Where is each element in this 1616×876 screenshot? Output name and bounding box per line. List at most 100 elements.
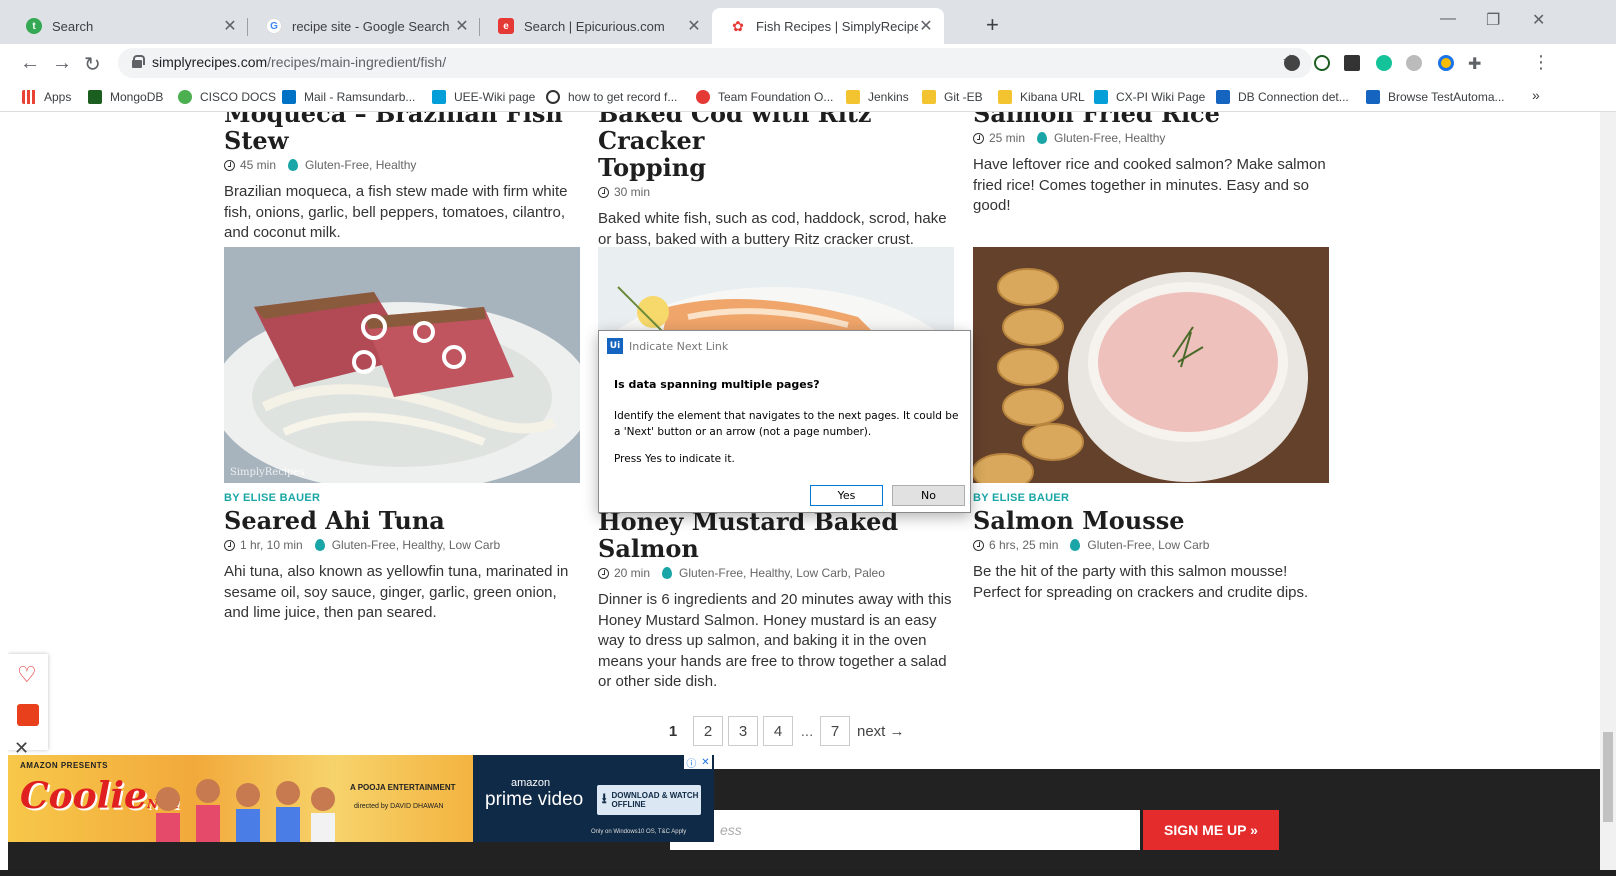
ad-choices[interactable]: ⓘ ✕ [684,755,712,770]
bookmark-db-connection[interactable]: DB Connection det... [1216,90,1349,104]
bookmark-git-eb[interactable]: Git -EB [922,90,983,104]
url-text: simplyrecipes.com/recipes/main-ingredien… [152,54,447,70]
epicurious-favicon-icon: e [498,18,514,34]
ad-download-button[interactable]: ⭳ DOWNLOAD & WATCH OFFLINE [597,785,701,815]
page-link-4[interactable]: 4 [763,716,793,746]
ad-movie-panel[interactable]: AMAZON PRESENTS CoolieNO.1 A POOJA ENTER… [8,755,473,842]
recipe-card-salmon-mousse[interactable]: BY ELISE BAUER Salmon Mousse 6 hrs, 25 m… [973,492,1329,603]
bookmark-cisco-docs[interactable]: CISCO DOCS [178,90,276,104]
email-input[interactable]: ess [670,810,1140,850]
minimize-icon[interactable]: — [1440,10,1456,28]
recipe-card-moqueca[interactable]: Moqueca – Brazilian Fish Stew 45 min Glu… [224,112,580,244]
mongodb-icon [88,90,102,104]
recipe-title[interactable]: Salmon Mousse [973,507,1329,534]
bookmark-cx-pi-wiki[interactable]: CX-PI Wiki Page [1094,90,1205,104]
tab-title: Search | Epicurious.com [524,18,665,34]
tab-strip: t Search ✕ G recipe site - Google Search… [0,0,1616,44]
recipe-card-salmon-fried-rice[interactable]: Salmon Fried Rice 25 min Gluten-Free, He… [973,112,1329,217]
ad-close-icon[interactable]: ✕ [701,757,709,768]
close-tab-icon[interactable]: ✕ [918,16,934,36]
diet-leaf-icon [1070,539,1081,551]
pagination: 1 2 3 4 ... 7 next → [658,716,905,746]
download-icon: ⭳ [601,790,607,806]
close-tab-icon[interactable]: ✕ [222,16,238,36]
back-icon[interactable]: ← [20,52,40,75]
heart-icon[interactable]: ♡ [17,662,37,688]
recipe-title[interactable]: Moqueca – Brazilian Fish Stew [224,112,580,154]
grammarly-icon[interactable] [1376,55,1392,71]
recipe-meta: 6 hrs, 25 min Gluten-Free, Low Carb [973,538,1329,552]
recipe-title[interactable]: Baked Cod with Ritz Cracker Topping [598,112,954,181]
tab-fish-recipes[interactable]: ✿ Fish Recipes | SimplyRecipes.com ✕ [712,8,944,44]
next-page-link[interactable]: next → [857,723,905,740]
simplyrecipes-favicon-icon: ✿ [730,18,746,34]
extension-icon[interactable] [1344,55,1360,71]
clock-icon [973,539,984,551]
menu-kebab-icon[interactable]: ⋮ [1532,52,1550,73]
advertisement-banner[interactable]: AMAZON PRESENTS CoolieNO.1 A POOJA ENTER… [8,755,714,842]
restore-icon[interactable]: ❐ [1486,10,1500,30]
bookmark-browse-testautoma[interactable]: Browse TestAutoma... [1366,90,1505,104]
recipe-card-baked-cod[interactable]: Baked Cod with Ritz Cracker Topping 30 mi… [598,112,954,250]
recipe-description: Ahi tuna, also known as yellowfin tuna, … [224,563,569,621]
seared-ahi-tuna-image[interactable]: SimplyRecipes [224,247,580,483]
close-tab-icon[interactable]: ✕ [686,16,702,36]
dialog-body: Identify the element that navigates to t… [614,410,959,438]
bookmark-mongodb[interactable]: MongoDB [88,90,163,104]
tab-title: Search [52,18,94,34]
reload-icon[interactable]: ↻ [84,52,101,77]
recipe-author[interactable]: BY ELISE BAUER [973,492,1329,504]
extension-icon[interactable] [1406,55,1422,71]
recipe-title[interactable]: Seared Ahi Tuna [224,507,580,534]
tab-google-search[interactable]: G recipe site - Google Search ✕ [248,8,480,44]
extension-icon[interactable] [1284,55,1300,71]
bookmark-team-foundation[interactable]: Team Foundation O... [696,90,833,104]
ad-prime-text: prime video [485,789,584,810]
no-button[interactable]: No [892,485,965,506]
recipe-card-honey-mustard-salmon[interactable]: Honey Mustard Baked Salmon 20 min Gluten… [598,508,954,693]
recipe-title[interactable]: Honey Mustard Baked Salmon [598,508,954,562]
bookmark-mail[interactable]: Mail - Ramsundarb... [282,90,415,104]
recipe-title[interactable]: Salmon Fried Rice [973,112,1329,127]
yes-button[interactable]: Yes [810,485,883,506]
checklist-icon[interactable] [17,704,39,726]
forward-icon[interactable]: → [52,52,72,75]
new-tab-button[interactable]: + [986,12,999,38]
page-ellipsis: ... [800,722,814,740]
close-tab-icon[interactable]: ✕ [454,16,470,36]
dialog-question: Is data spanning multiple pages? [614,378,820,391]
recipe-description: Have leftover rice and cooked salmon? Ma… [973,156,1326,214]
scrollbar-thumb[interactable] [1603,732,1613,822]
ad-info-icon[interactable]: ⓘ [686,755,696,770]
folder-icon [846,90,860,104]
close-window-icon[interactable]: ✕ [1532,10,1545,30]
extension-icon[interactable] [1438,55,1454,71]
cisco-icon [1094,90,1108,104]
page-scrollbar[interactable] [1600,112,1616,876]
bookmark-uee-wiki[interactable]: UEE-Wiki page [432,90,535,104]
tab-epicurious[interactable]: e Search | Epicurious.com ✕ [480,8,712,44]
puzzle-icon[interactable]: ✚ [1468,54,1481,74]
google-favicon-icon: G [266,18,282,34]
salmon-mousse-image[interactable] [973,247,1329,483]
ad-presents-text: AMAZON PRESENTS [20,761,108,770]
sign-me-up-button[interactable]: SIGN ME UP » [1143,810,1279,850]
clock-icon [224,159,235,171]
ad-prime-panel[interactable]: amazon prime video ⭳ DOWNLOAD & WATCH OFF… [473,755,714,842]
page-link-last[interactable]: 7 [820,716,850,746]
bookmarks-overflow[interactable]: » [1532,87,1540,103]
diet-leaf-icon [314,539,325,551]
bookmark-jenkins[interactable]: Jenkins [846,90,909,104]
bookmark-apps[interactable]: Apps [22,90,71,104]
extension-icon[interactable] [1314,55,1330,71]
page-link-2[interactable]: 2 [693,716,723,746]
bookmark-how-to-get-record[interactable]: how to get record f... [546,90,677,104]
diet-leaf-icon [288,159,299,171]
recipe-description: Brazilian moqueca, a fish stew made with… [224,183,568,241]
page-link-3[interactable]: 3 [728,716,758,746]
bookmark-kibana[interactable]: Kibana URL [998,90,1085,104]
tab-search[interactable]: t Search ✕ [8,8,248,44]
address-bar[interactable]: simplyrecipes.com/recipes/main-ingredien… [118,48,1312,78]
recipe-author[interactable]: BY ELISE BAUER [224,492,580,504]
recipe-card-seared-ahi-tuna[interactable]: BY ELISE BAUER Seared Ahi Tuna 1 hr, 10 … [224,492,580,624]
